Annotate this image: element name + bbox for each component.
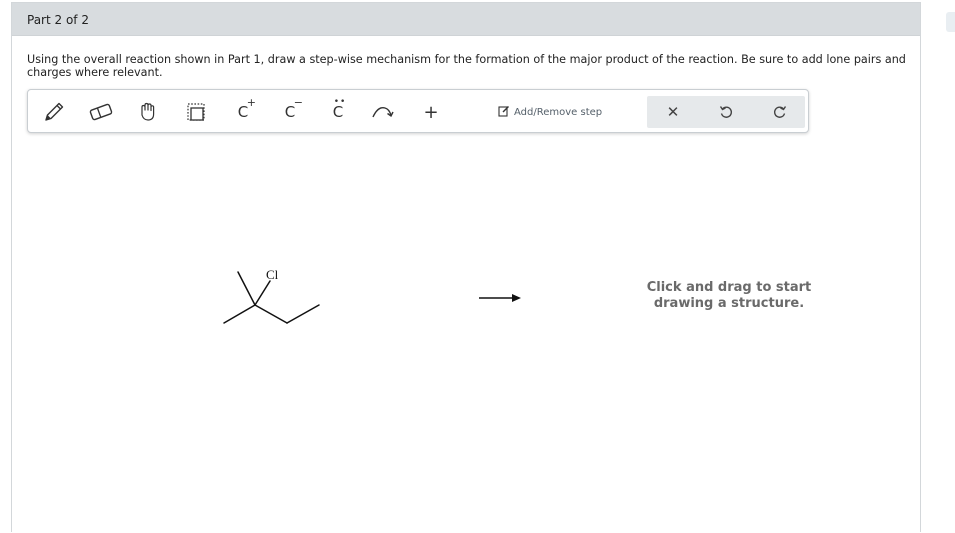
curved-arrow-tool-button[interactable]: [366, 97, 400, 127]
redo-icon: [772, 104, 788, 120]
canvas-hint: Click and drag to start drawing a struct…: [646, 280, 812, 311]
lone-pair-icon: •• C: [332, 97, 347, 121]
undo-button[interactable]: [709, 97, 743, 127]
chlorine-label: Cl: [266, 267, 279, 282]
part-header: Part 2 of 2: [12, 3, 920, 36]
carbanion-tool-button[interactable]: C −: [273, 96, 307, 127]
drawing-toolbar: C + C − •• C + Add/Remove step ✕: [27, 89, 809, 133]
question-panel: Part 2 of 2 Using the overall reaction s…: [11, 2, 921, 532]
select-box-icon: [185, 101, 207, 123]
pencil-tool-button[interactable]: [37, 97, 71, 127]
edit-icon: [498, 105, 510, 120]
eraser-tool-button[interactable]: [84, 97, 118, 127]
part-label: Part 2 of 2: [27, 13, 89, 27]
canvas-drawing: Cl: [223, 267, 521, 324]
reaction-arrow: [479, 294, 521, 302]
hand-icon: [137, 101, 159, 123]
add-remove-step-button[interactable]: Add/Remove step: [498, 102, 602, 122]
bond: [237, 271, 256, 306]
clear-button[interactable]: ✕: [656, 97, 690, 127]
select-tool-button[interactable]: [179, 97, 213, 127]
hand-tool-button[interactable]: [131, 97, 165, 127]
bond: [254, 280, 271, 306]
add-remove-step-label: Add/Remove step: [514, 106, 603, 118]
bond: [254, 304, 288, 324]
carbocation-icon: C +: [237, 96, 256, 121]
undo-icon: [718, 104, 734, 120]
plus-icon: +: [423, 101, 439, 123]
drawing-canvas[interactable]: Cl: [12, 138, 920, 533]
carbanion-icon: C −: [284, 96, 303, 121]
bond: [286, 304, 320, 324]
redo-button[interactable]: [763, 97, 797, 127]
action-buttons: ✕: [647, 96, 805, 128]
eraser-icon: [88, 101, 114, 123]
curved-arrow-icon: [370, 102, 396, 122]
pencil-icon: [42, 100, 66, 124]
side-panel-toggle[interactable]: [946, 12, 955, 32]
carbocation-tool-button[interactable]: C +: [226, 96, 260, 127]
clear-icon: ✕: [666, 103, 680, 121]
question-text: Using the overall reaction shown in Part…: [27, 53, 906, 79]
lone-pair-tool-button[interactable]: •• C: [321, 97, 355, 127]
plus-tool-button[interactable]: +: [414, 97, 448, 127]
bond: [223, 304, 256, 324]
